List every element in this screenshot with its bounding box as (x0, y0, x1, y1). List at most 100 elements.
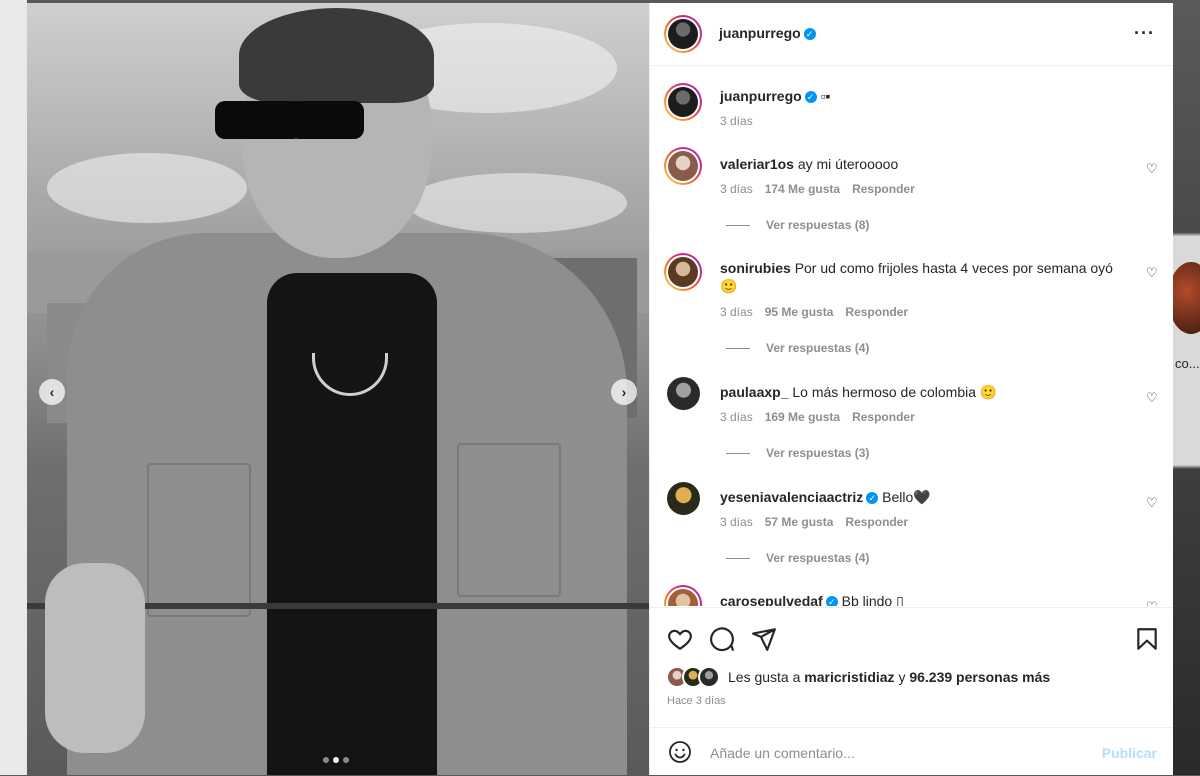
like-comment-heart-icon[interactable]: ♡ (1146, 390, 1158, 406)
carousel-next-button[interactable]: › (611, 379, 637, 405)
jacket-pocket (147, 463, 251, 617)
commenter-avatar[interactable] (667, 482, 700, 515)
comment-input[interactable] (708, 740, 1092, 766)
view-replies-button[interactable]: Ver respuestas (4) (726, 341, 869, 355)
comment-username[interactable]: sonirubies (720, 260, 791, 276)
likes-text: Les gusta a maricristidiaz y 96.239 pers… (728, 669, 1050, 685)
like-comment-heart-icon[interactable]: ♡ (1146, 265, 1158, 281)
comment-likes[interactable]: 174 Me gusta (765, 182, 840, 196)
owner-avatar[interactable] (664, 83, 702, 121)
comment-meta: 3 días 95 Me gusta Responder (720, 305, 908, 319)
header-user: juanpurrego ✓ (719, 25, 816, 43)
replies-line (726, 224, 750, 226)
likes-user[interactable]: maricristidiaz (804, 669, 894, 685)
caption-time[interactable]: 3 días (720, 114, 753, 128)
comment-username[interactable]: valeriar1os (720, 156, 794, 172)
commenter-avatar[interactable] (664, 253, 702, 291)
comment-likes[interactable]: 169 Me gusta (765, 410, 840, 424)
post-photo[interactable]: ‹ › (27, 3, 649, 775)
comment-form: Publicar (650, 727, 1173, 776)
caption-meta: 3 días (720, 114, 753, 128)
replies-line (726, 452, 750, 454)
carousel-dot-active (333, 757, 339, 763)
likes-count[interactable]: 96.239 personas más (909, 669, 1050, 685)
comment-meta: 3 días 174 Me gusta Responder (720, 182, 915, 196)
comment-body: sonirubies Por ud como frijoles hasta 4 … (720, 259, 1120, 295)
comment-time[interactable]: 3 días (720, 515, 753, 529)
comment-username[interactable]: yeseniavalenciaactriz (720, 489, 863, 505)
comment-text: Bb lindo ▯ (841, 593, 904, 606)
comment-body: yeseniavalenciaactriz ✓ Bello🖤 (720, 488, 1120, 506)
comment-meta: 3 días 169 Me gusta Responder (720, 410, 915, 424)
view-replies-label[interactable]: Ver respuestas (4) (766, 341, 869, 355)
comment-time[interactable]: 3 días (720, 182, 753, 196)
commenter-avatar[interactable] (667, 377, 700, 410)
caption-username[interactable]: juanpurrego (720, 88, 802, 104)
carousel-dots (323, 757, 349, 763)
comment-text: Bello🖤 (882, 489, 931, 505)
likes-prefix: Les gusta a (728, 669, 801, 685)
jacket-pocket (457, 443, 561, 597)
likes-summary[interactable]: Les gusta a maricristidiaz y 96.239 pers… (666, 666, 1050, 688)
posted-time[interactable]: Hace 3 días (667, 695, 726, 707)
comment-likes[interactable]: 95 Me gusta (765, 305, 834, 319)
comment-text: ay mi úterooooo (797, 156, 899, 172)
person-arm (45, 563, 145, 753)
backdrop-left (0, 0, 27, 775)
comment-body: valeriar1os ay mi úterooooo (720, 155, 1120, 173)
carousel-prev-button[interactable]: ‹ (39, 379, 65, 405)
comment-username[interactable]: carosepulvedaf (720, 593, 823, 606)
view-replies-button[interactable]: Ver respuestas (4) (726, 551, 869, 565)
view-replies-label[interactable]: Ver respuestas (4) (766, 551, 869, 565)
likes-joiner: y (898, 669, 906, 685)
like-comment-heart-icon[interactable]: ♡ (1146, 495, 1158, 511)
replies-line (726, 347, 750, 349)
comment-meta: 3 días 57 Me gusta Responder (720, 515, 908, 529)
backdrop-right (1172, 0, 1200, 775)
view-replies-label[interactable]: Ver respuestas (3) (766, 446, 869, 460)
share-icon[interactable] (751, 626, 777, 652)
heart-icon[interactable] (667, 626, 693, 652)
publish-button[interactable]: Publicar (1102, 745, 1157, 761)
commenter-avatar[interactable] (664, 147, 702, 185)
verified-icon: ✓ (803, 27, 816, 40)
person-hair (239, 8, 434, 103)
comment-body: paulaaxp_ Lo más hermoso de colombia 🙂 (720, 383, 1120, 401)
comment-body: carosepulvedaf ✓ Bb lindo ▯ (720, 592, 1120, 606)
like-comment-heart-icon[interactable]: ♡ (1146, 599, 1158, 606)
view-replies-label[interactable]: Ver respuestas (8) (766, 218, 869, 232)
commenter-avatar[interactable] (664, 585, 702, 606)
emoji-icon[interactable] (668, 740, 692, 764)
caption-body: juanpurrego ✓ ▫▪ (720, 87, 1120, 105)
verified-icon: ✓ (825, 596, 838, 606)
reply-button[interactable]: Responder (852, 410, 915, 424)
comment-username[interactable]: paulaaxp_ (720, 384, 788, 400)
liker-avatar (698, 666, 720, 688)
like-comment-heart-icon[interactable]: ♡ (1146, 161, 1158, 177)
sunglasses (289, 101, 364, 139)
more-horizontal-icon[interactable]: ··· (1134, 23, 1155, 44)
bookmark-icon[interactable] (1134, 626, 1160, 652)
action-bar (650, 607, 1173, 668)
comments-list[interactable]: juanpurrego ✓ ▫▪ 3 días valeriar1os ay mi… (650, 66, 1173, 606)
verified-icon: ✓ (866, 492, 879, 505)
owner-avatar[interactable] (664, 15, 702, 53)
replies-line (726, 557, 750, 559)
comment-time[interactable]: 3 días (720, 305, 753, 319)
carousel-dot (323, 757, 329, 763)
reply-button[interactable]: Responder (852, 182, 915, 196)
comment-text: Lo más hermoso de colombia 🙂 (792, 384, 998, 400)
comment-likes[interactable]: 57 Me gusta (765, 515, 834, 529)
post-header: juanpurrego ✓ ··· (650, 3, 1173, 66)
reply-button[interactable]: Responder (845, 515, 908, 529)
view-replies-button[interactable]: Ver respuestas (8) (726, 218, 869, 232)
post-panel: juanpurrego ✓ ··· juanpurrego ✓ ▫▪ 3 días … (649, 3, 1173, 775)
comment-time[interactable]: 3 días (720, 410, 753, 424)
comment-icon[interactable] (709, 626, 735, 652)
cloud (47, 153, 247, 223)
reply-button[interactable]: Responder (845, 305, 908, 319)
backdrop-snippet: co... (1175, 356, 1200, 371)
owner-username[interactable]: juanpurrego (719, 25, 801, 41)
carousel-dot (343, 757, 349, 763)
view-replies-button[interactable]: Ver respuestas (3) (726, 446, 869, 460)
